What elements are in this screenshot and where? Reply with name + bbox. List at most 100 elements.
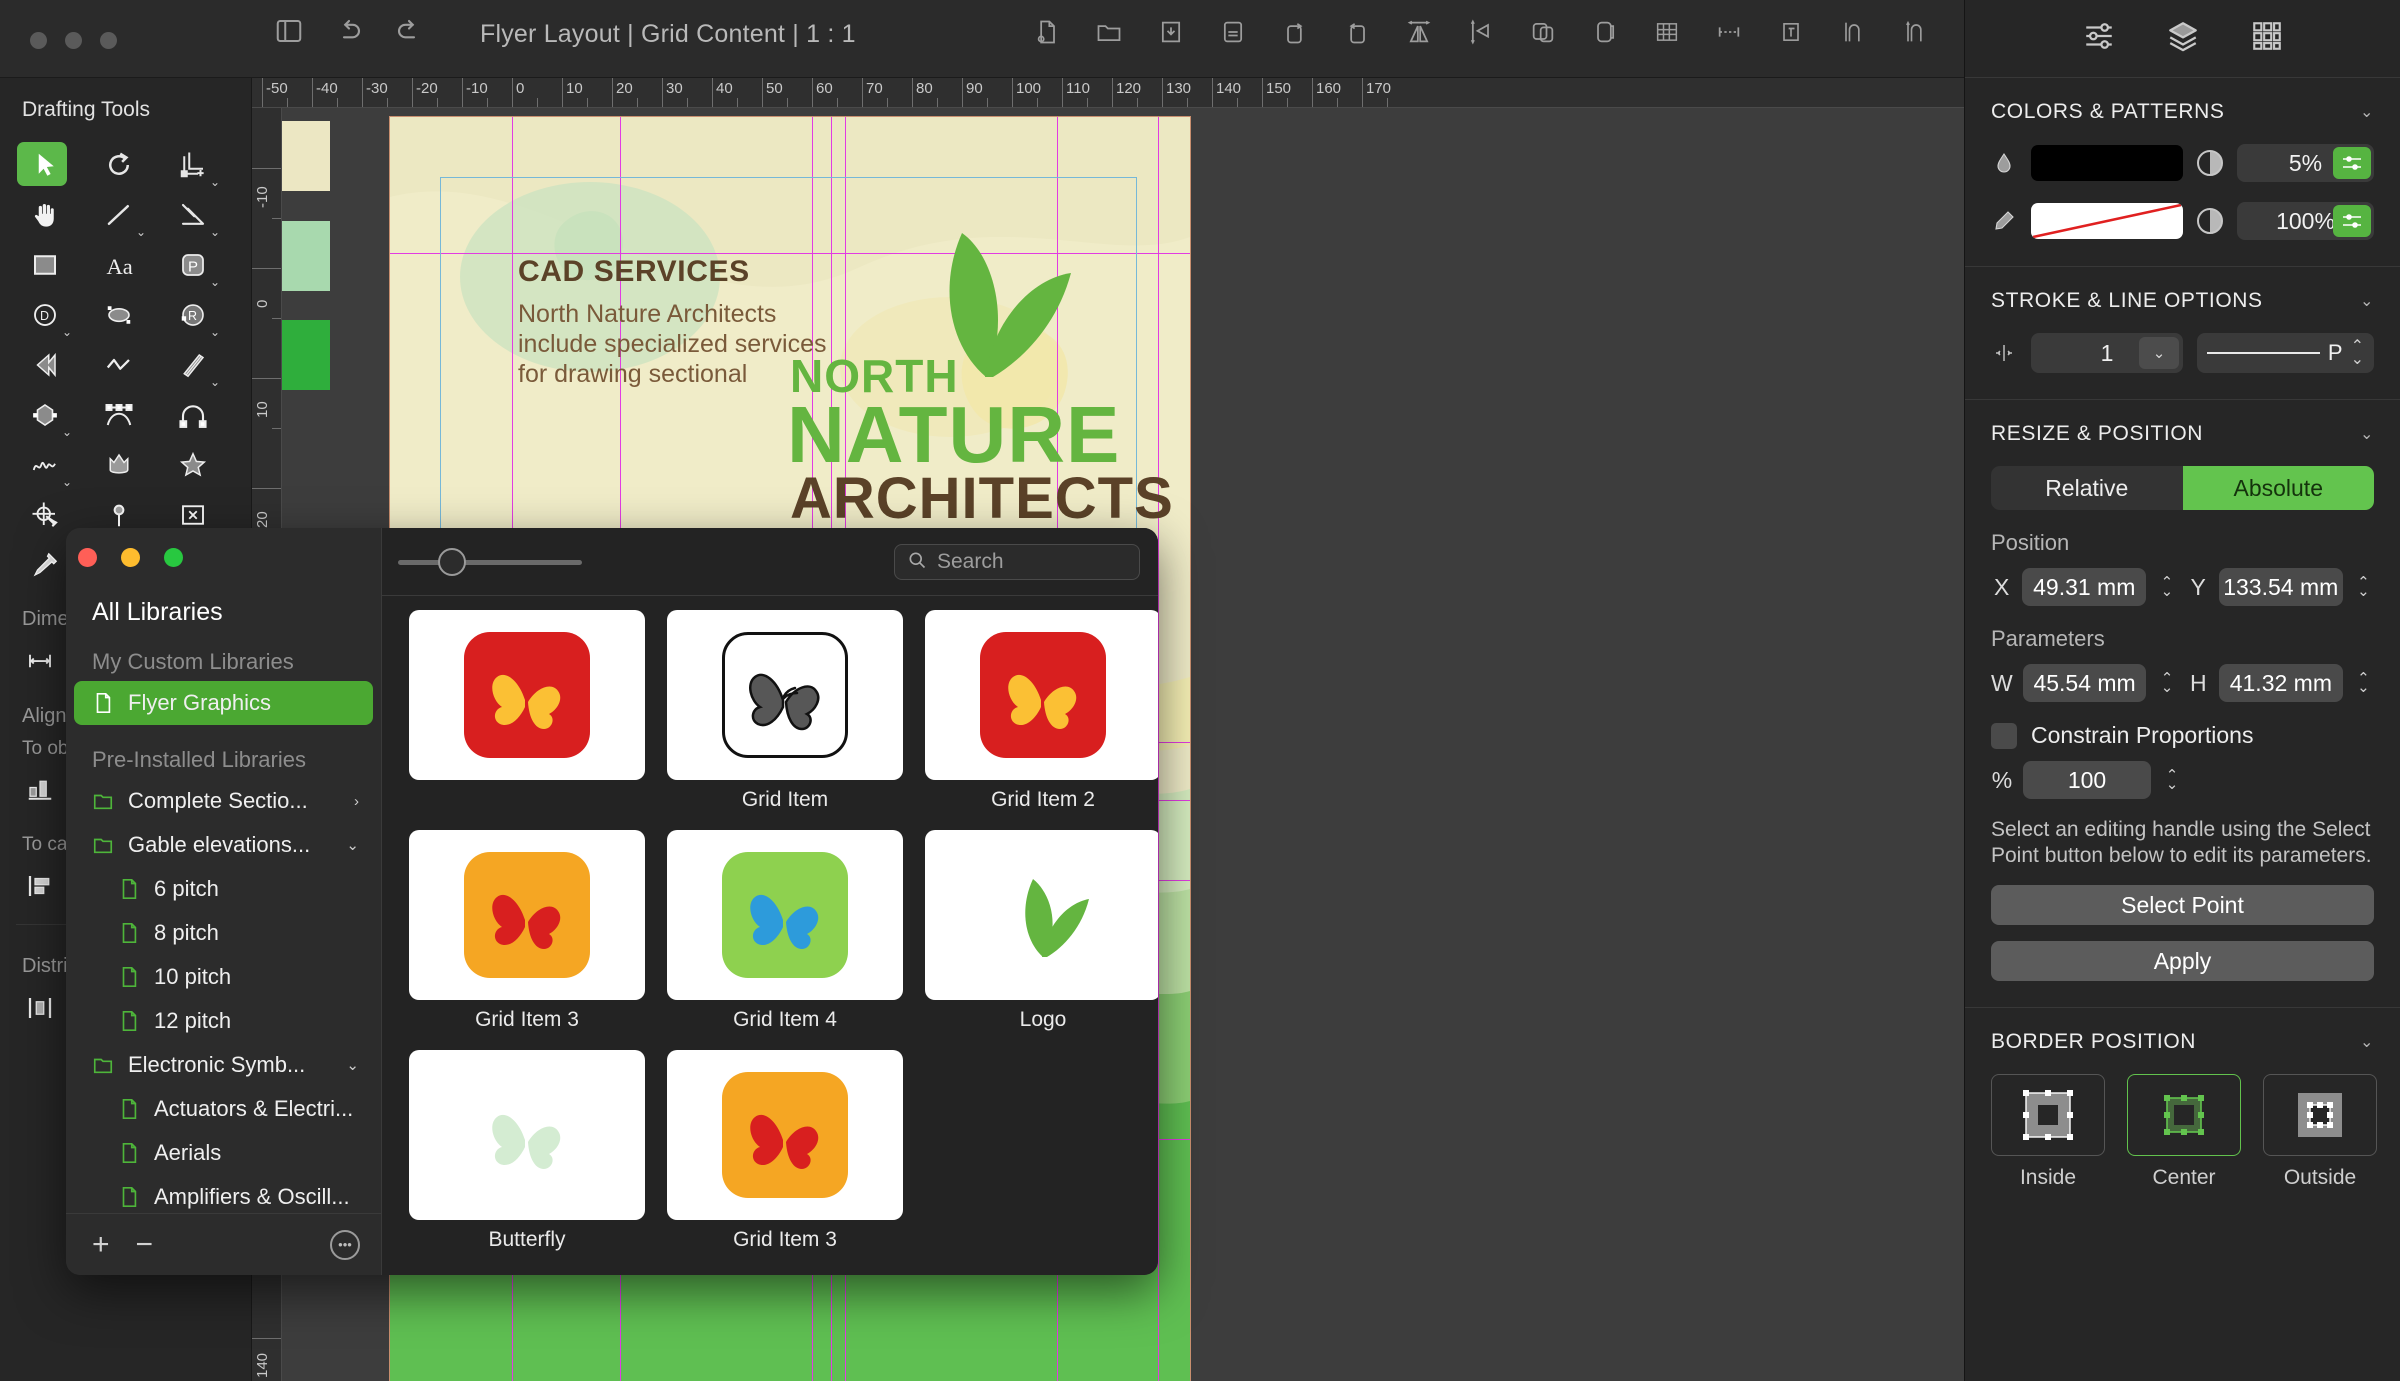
library-item[interactable]: Complete Sectio...› [74, 779, 373, 823]
library-item[interactable]: Electronic Symb...⌄ [74, 1043, 373, 1087]
search-input[interactable] [937, 550, 1127, 574]
flyer-heading[interactable]: CAD SERVICES [518, 255, 750, 289]
chevron-shape-tool[interactable] [8, 340, 82, 390]
stroke-opacity-stepper-button[interactable] [2333, 205, 2371, 237]
swatch-1[interactable] [282, 221, 330, 291]
fill-drop-icon[interactable] [1991, 150, 2017, 176]
text-box-icon[interactable] [1774, 15, 1808, 49]
h-field[interactable]: 41.32 mm [2219, 664, 2343, 702]
redo-icon[interactable] [392, 14, 426, 48]
library-window[interactable]: All Libraries My Custom Libraries Flyer … [66, 528, 1158, 1275]
angle-tool[interactable]: ⌄ [156, 190, 230, 240]
library-item[interactable]: Actuators & Electri... [74, 1087, 373, 1131]
percent-field[interactable]: 100 [2023, 761, 2151, 799]
dimension-tool[interactable]: D⌄ [8, 290, 82, 340]
thumbnail-preview[interactable] [925, 830, 1158, 1000]
flyer-body-text[interactable]: North Nature Architects include speciali… [518, 299, 826, 389]
disclosure-chevron-icon[interactable]: ⌄ [346, 836, 359, 854]
thumbnail-preview[interactable] [667, 1050, 903, 1220]
duplicate-icon[interactable] [1526, 15, 1560, 49]
maximize-button[interactable] [100, 32, 117, 49]
y-stepper[interactable]: ⌃⌄ [2353, 578, 2374, 596]
border-outside-icon[interactable] [2263, 1074, 2377, 1156]
align-bottom-icon[interactable] [12, 764, 68, 816]
line-width-select[interactable]: 1 ⌄ [2031, 333, 2183, 373]
new-document-icon[interactable] [1030, 15, 1064, 49]
select-tool[interactable] [8, 140, 82, 190]
library-traffic-lights[interactable] [78, 548, 183, 567]
horizontal-ruler[interactable]: -50-40-30-20-100102030405060708090100110… [252, 78, 1964, 108]
dimension-aligned-icon[interactable] [1898, 15, 1932, 49]
polyline-tool[interactable] [82, 340, 156, 390]
apply-button[interactable]: Apply [1991, 941, 2374, 981]
library-thumbnail-cell[interactable]: Grid Item 4 [656, 830, 914, 1050]
library-item[interactable]: Gable elevations...⌄ [74, 823, 373, 867]
line-tool[interactable]: ⌄ [82, 190, 156, 240]
line-style-select[interactable]: P ⌃⌄ [2197, 333, 2374, 373]
offset-icon[interactable] [1588, 15, 1622, 49]
thumbnail-preview[interactable] [409, 830, 645, 1000]
mirror-horizontal-icon[interactable] [1402, 15, 1436, 49]
library-item[interactable]: 10 pitch [74, 955, 373, 999]
star-tool[interactable] [156, 440, 230, 490]
library-minimize-button[interactable] [121, 548, 140, 567]
stroke-opacity-icon[interactable] [2197, 208, 2223, 234]
ellipse-tool[interactable] [82, 290, 156, 340]
library-item[interactable]: Flyer Graphics [74, 681, 373, 725]
swatch-2[interactable] [282, 320, 330, 390]
rotate-right-icon[interactable] [1278, 15, 1312, 49]
hexagon-tool[interactable]: ⌄ [8, 390, 82, 440]
layers-icon[interactable] [2166, 19, 2200, 58]
select-point-button[interactable]: Select Point [1991, 885, 2374, 925]
logo-line-architects[interactable]: ARCHITECTS [790, 465, 1174, 532]
library-close-button[interactable] [78, 548, 97, 567]
dimension-linear-icon[interactable] [1712, 15, 1746, 49]
constrain-proportions-checkbox[interactable] [1991, 723, 2017, 749]
chevron-down-icon[interactable]: ⌄ [2360, 424, 2374, 444]
thumbnail-preview[interactable] [667, 610, 903, 780]
border-inside-option[interactable]: Inside [1991, 1074, 2105, 1190]
rotate-tool[interactable] [82, 140, 156, 190]
minimize-button[interactable] [65, 32, 82, 49]
stroke-opacity-field[interactable]: 100% [2237, 202, 2374, 240]
text-tool[interactable]: Aa [82, 240, 156, 290]
library-maximize-button[interactable] [164, 548, 183, 567]
w-field[interactable]: 45.54 mm [2023, 664, 2147, 702]
undo-icon[interactable] [332, 14, 366, 48]
thumbnail-preview[interactable] [667, 830, 903, 1000]
freehand-tool[interactable]: ⌄ [8, 440, 82, 490]
thumbnail-size-slider[interactable] [398, 560, 582, 565]
constrain-proportions-row[interactable]: Constrain Proportions [1991, 722, 2374, 749]
remove-library-button[interactable]: − [136, 1228, 154, 1262]
thumbnail-preview[interactable] [409, 610, 645, 780]
fill-opacity-icon[interactable] [2197, 150, 2223, 176]
guide-vertical[interactable] [1158, 117, 1159, 1381]
x-stepper[interactable]: ⌃⌄ [2156, 578, 2177, 596]
dimension-vertical-icon[interactable] [1836, 15, 1870, 49]
y-field[interactable]: 133.54 mm [2219, 568, 2343, 606]
position-mode-segmented-control[interactable]: Relative Absolute [1991, 466, 2374, 510]
border-center-icon[interactable] [2127, 1074, 2241, 1156]
chevron-down-icon[interactable]: ⌄ [2360, 291, 2374, 311]
grid-icon[interactable] [1650, 15, 1684, 49]
library-thumbnail-cell[interactable]: Butterfly [398, 1050, 656, 1270]
crop-tool[interactable]: ⌄ [156, 140, 230, 190]
stepper-updown-icon[interactable]: ⌃⌄ [2351, 340, 2364, 366]
border-outside-option[interactable]: Outside [2263, 1074, 2377, 1190]
sliders-icon[interactable] [2082, 19, 2116, 58]
swatch-0[interactable] [282, 121, 330, 191]
pen-icon[interactable] [1991, 208, 2017, 234]
print-icon[interactable] [1216, 15, 1250, 49]
leaves-logo-icon[interactable] [890, 227, 1080, 377]
align-left-icon[interactable] [12, 860, 68, 912]
thumbnail-preview[interactable] [409, 1050, 645, 1220]
percent-stepper[interactable]: ⌃⌄ [2161, 771, 2183, 789]
chevron-down-icon[interactable]: ⌄ [2360, 1032, 2374, 1052]
border-center-option[interactable]: Center [2127, 1074, 2241, 1190]
border-inside-icon[interactable] [1991, 1074, 2105, 1156]
stroke-color-swatch[interactable] [2031, 203, 2183, 239]
library-item[interactable]: 8 pitch [74, 911, 373, 955]
double-line-tool[interactable]: ⌄ [156, 340, 230, 390]
add-library-button[interactable]: + [92, 1228, 110, 1262]
save-icon[interactable] [1154, 15, 1188, 49]
